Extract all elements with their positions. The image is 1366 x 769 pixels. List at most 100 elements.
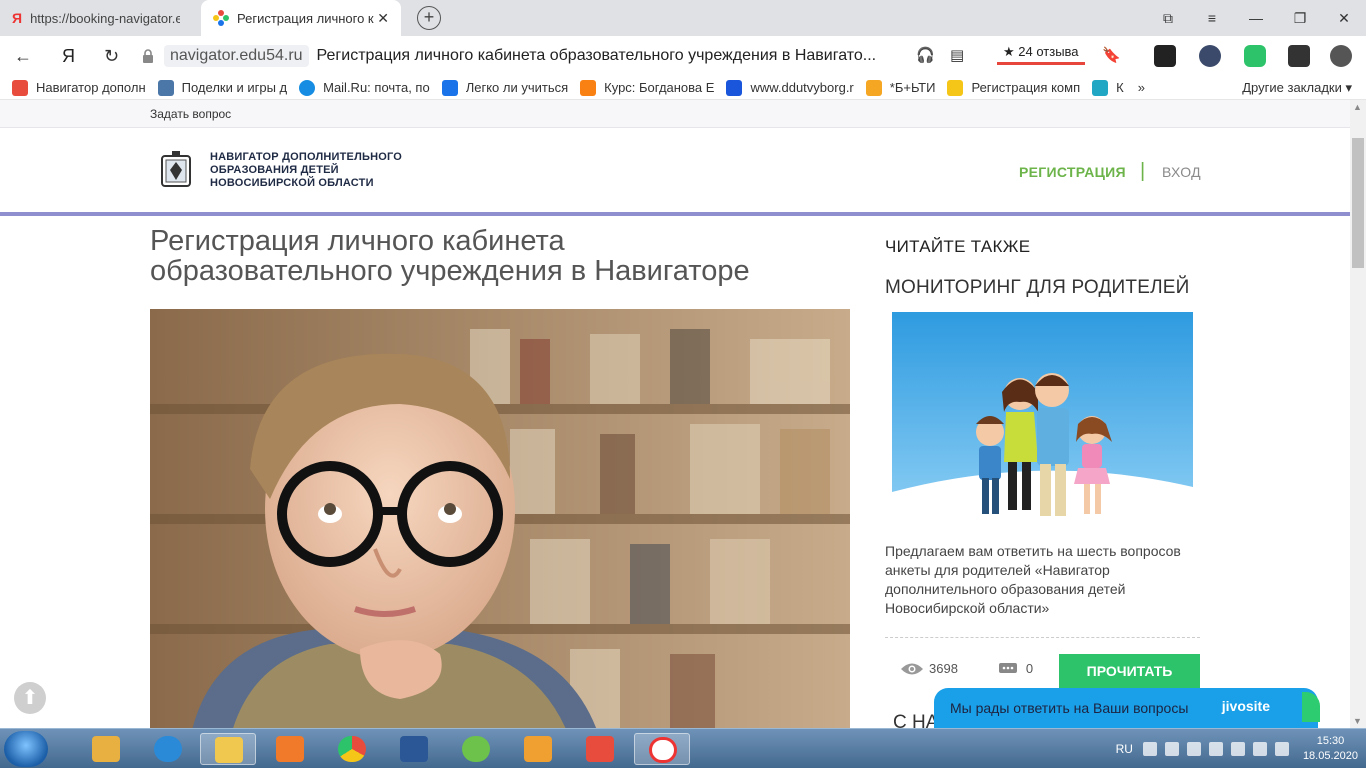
chat-widget[interactable]: Мы рады ответить на Ваши вопросы jivosit… [934, 688, 1320, 728]
reviews-badge[interactable]: ★ 24 отзыва [997, 42, 1085, 65]
new-tab-button[interactable]: + [417, 6, 441, 30]
reader-icon[interactable]: ▤ [950, 46, 964, 64]
printer-icon[interactable] [1274, 742, 1289, 756]
shield-icon[interactable] [1244, 45, 1266, 67]
play-icon [947, 79, 964, 96]
chat-prompt-text: Мы рады ответить на Ваши вопросы [950, 700, 1189, 716]
comment-icon [998, 662, 1017, 673]
chrome-icon[interactable] [324, 733, 380, 765]
article-title: Регистрация личного кабинета образовател… [150, 225, 750, 287]
menu-icon[interactable]: ≡ [1190, 0, 1234, 36]
sidebar-card-title[interactable]: МОНИТОРИНГ ДЛЯ РОДИТЕЛЕЙ [885, 277, 1190, 299]
browser-tab-bar: Я https://booking-navigator.e Регистраци… [0, 0, 1366, 36]
chat-status-indicator [1302, 692, 1320, 722]
url-page-title: Регистрация личного кабинета образовател… [316, 47, 877, 64]
chevron-right-icon[interactable]: » [1138, 80, 1145, 95]
n-icon [441, 79, 458, 96]
url-domain: navigator.edu54.ru [164, 45, 309, 67]
yandex-browser-active-icon[interactable] [634, 733, 690, 765]
window-controls: ⧉ ≡ — ❐ ✕ [1146, 0, 1366, 36]
network-icon[interactable] [1164, 742, 1179, 756]
help-icon[interactable] [1142, 742, 1157, 756]
reload-icon[interactable]: ↻ [104, 46, 119, 67]
family-illustration[interactable] [892, 312, 1193, 525]
bookmark-item[interactable]: www.ddutvyborg.r [726, 79, 854, 96]
bookmark-item[interactable]: Mail.Ru: почта, по [299, 79, 430, 96]
article-hero-image [150, 309, 850, 728]
extension-s-icon[interactable] [1199, 45, 1221, 67]
scroll-down-arrow-icon[interactable]: ▼ [1353, 716, 1362, 726]
tab-label: https://booking-navigator.e [30, 10, 181, 26]
bookmark-item[interactable]: *Б+ЬТИ [865, 79, 935, 96]
comments-count: 0 [1025, 661, 1034, 676]
tab-registration[interactable]: Регистрация личного к ✕ [201, 0, 401, 36]
volume-icon[interactable] [1208, 742, 1223, 756]
flag-icon[interactable] [1252, 742, 1267, 756]
yandex-logo-icon[interactable]: Я [62, 46, 75, 67]
evernote-extension-icon[interactable] [1154, 45, 1176, 67]
taskbar-app-icon[interactable] [78, 733, 134, 765]
bookmark-item[interactable]: Поделки и игры д [157, 79, 287, 96]
download-icon[interactable] [1330, 45, 1352, 67]
icq-icon[interactable] [448, 733, 504, 765]
tabs-icon[interactable]: ⧉ [1146, 0, 1190, 36]
bookmark-item[interactable]: Регистрация комп [947, 79, 1080, 96]
search-icon [726, 79, 743, 96]
scroll-up-arrow-icon[interactable]: ▲ [1353, 102, 1362, 112]
lock-icon [143, 49, 153, 63]
tab-booking-navigator[interactable]: Я https://booking-navigator.e [0, 0, 198, 36]
views-count: 3698 [929, 661, 958, 676]
navigator-icon [12, 79, 28, 96]
close-window-icon[interactable]: ✕ [1322, 0, 1366, 36]
mailru-icon [299, 79, 316, 96]
url-field[interactable]: navigator.edu54.ru Регистрация личного к… [140, 42, 910, 70]
explorer-icon[interactable] [200, 733, 256, 765]
start-button[interactable] [4, 731, 48, 767]
system-tray: RU 15:30 18.05.2020 [1116, 729, 1358, 769]
language-indicator[interactable]: RU [1116, 742, 1133, 756]
pdf-icon[interactable] [510, 733, 566, 765]
bookmark-item[interactable]: Курс: Богданова Е [580, 79, 714, 96]
usb-icon[interactable] [1186, 742, 1201, 756]
ie-icon[interactable] [140, 733, 196, 765]
tab-label: Регистрация личного к [237, 10, 374, 26]
headphones-icon[interactable]: 🎧 [916, 46, 935, 64]
word-icon[interactable] [386, 733, 442, 765]
clock[interactable]: 15:30 18.05.2020 [1303, 734, 1358, 764]
display-icon[interactable] [1230, 742, 1245, 756]
coat-of-arms-icon[interactable] [160, 150, 192, 188]
next-section-heading: С НА [893, 712, 939, 728]
site-logo-text[interactable]: НАВИГАТОР ДОПОЛНИТЕЛЬНОГО ОБРАЗОВАНИЯ ДЕ… [210, 151, 402, 190]
other-bookmarks[interactable]: Другие закладки ▾ [1242, 80, 1352, 96]
bookmark-item[interactable]: Навигатор дополн [12, 79, 146, 96]
address-bar: ← Я ↻ navigator.edu54.ru Регистрация лич… [0, 36, 1366, 76]
windows-taskbar: RU 15:30 18.05.2020 [0, 728, 1366, 768]
comments-counter: 0 [998, 661, 1033, 676]
jivosite-logo: jivosite [1221, 698, 1270, 714]
register-link[interactable]: РЕГИСТРАЦИЯ [1019, 164, 1126, 180]
article-stats: 3698 0 [900, 661, 1033, 676]
web-page: Задать вопрос НАВИГАТОР ДОПОЛНИТЕЛЬНОГО … [0, 100, 1350, 728]
k-icon [1092, 79, 1109, 96]
minimize-icon[interactable]: — [1234, 0, 1278, 36]
page-scrollbar[interactable]: ▲ ▼ [1350, 100, 1366, 728]
bookmark-item[interactable]: К [1092, 79, 1124, 96]
yandex-browser-icon[interactable] [572, 733, 628, 765]
media-player-icon[interactable] [262, 733, 318, 765]
restore-icon[interactable]: ❐ [1278, 0, 1322, 36]
bookmark-icon[interactable]: 🔖 [1102, 46, 1121, 64]
login-link[interactable]: ВХОД [1162, 164, 1201, 180]
site-header: НАВИГАТОР ДОПОЛНИТЕЛЬНОГО ОБРАЗОВАНИЯ ДЕ… [0, 128, 1350, 216]
back-arrow-icon[interactable]: ← [14, 46, 32, 67]
ask-question-link[interactable]: Задать вопрос [150, 107, 231, 121]
owl-icon [865, 79, 882, 96]
translate-icon[interactable] [1288, 45, 1310, 67]
views-counter: 3698 [900, 661, 958, 676]
bookmarks-bar: Навигатор дополн Поделки и игры д Mail.R… [0, 76, 1366, 100]
moodle-icon [580, 79, 597, 96]
read-button[interactable]: ПРОЧИТАТЬ [1059, 654, 1200, 688]
bookmark-item[interactable]: Легко ли учиться [441, 79, 568, 96]
close-icon[interactable]: ✕ [377, 10, 389, 27]
scroll-thumb[interactable] [1352, 138, 1364, 268]
scroll-to-top-icon[interactable]: ⬆ [14, 682, 46, 714]
